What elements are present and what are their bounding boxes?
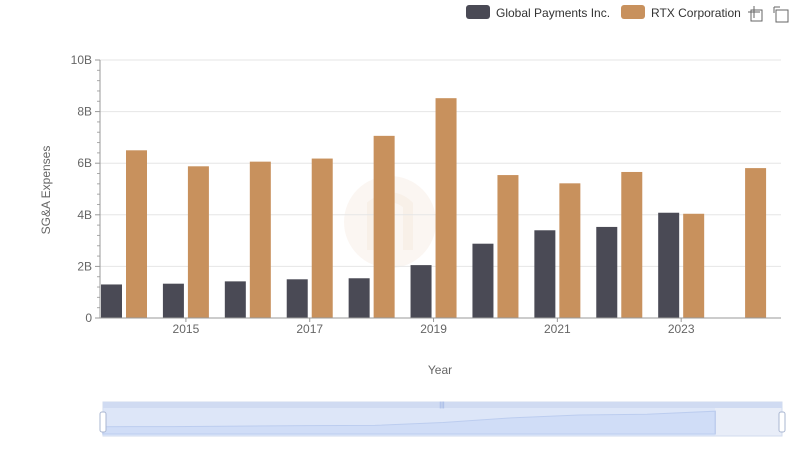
bar-rtx-2023[interactable]	[683, 213, 705, 318]
y-tick-label: 6B	[77, 156, 92, 170]
slider-right-handle[interactable]	[778, 411, 786, 433]
bar-global-payments-2023[interactable]	[658, 212, 680, 318]
bar-rtx-2015[interactable]	[187, 166, 209, 318]
y-tick-label: 2B	[77, 259, 92, 273]
bar-rtx-2024[interactable]	[745, 168, 767, 318]
y-tick-label: 4B	[77, 208, 92, 222]
bar-rtx-2022[interactable]	[621, 171, 643, 318]
bar-rtx-2014[interactable]	[126, 150, 147, 318]
bar-global-payments-2021[interactable]	[534, 230, 556, 318]
legend-swatch	[621, 5, 645, 19]
legend-label: Global Payments Inc.	[496, 6, 610, 20]
bar-global-payments-2016[interactable]	[224, 281, 246, 318]
slider-left-handle[interactable]	[99, 411, 107, 433]
zoom-reset-icon[interactable]	[773, 6, 789, 23]
chart: 0 2B 4B 6B 8B 10B 2015 2017 2019 2021 2023 SG&A Ex…	[39, 5, 789, 437]
y-axis-title: SG&A Expenses	[39, 146, 53, 235]
slider-selected-range[interactable]	[103, 408, 715, 436]
bar-global-payments-2022[interactable]	[596, 226, 618, 318]
bar-global-payments-2014[interactable]	[101, 284, 122, 318]
x-tick-label: 2021	[544, 322, 571, 336]
y-tick-label: 0	[85, 311, 92, 325]
bar-global-payments-2015[interactable]	[162, 283, 184, 318]
x-tick-label: 2017	[296, 322, 323, 336]
y-tick-label: 8B	[77, 105, 92, 119]
legend-item-rtx[interactable]: RTX Corporation	[621, 5, 741, 20]
y-tick-label: 10B	[71, 53, 92, 67]
legend-swatch	[466, 5, 490, 19]
x-tick-label: 2019	[420, 322, 447, 336]
bar-rtx-2017[interactable]	[311, 158, 333, 318]
legend-item-global-payments[interactable]: Global Payments Inc.	[466, 5, 610, 20]
bar-global-payments-2018[interactable]	[348, 278, 370, 318]
legend-label: RTX Corporation	[651, 6, 741, 20]
bar-global-payments-2017[interactable]	[286, 279, 308, 318]
bar-rtx-2019[interactable]	[435, 98, 457, 319]
bar-global-payments-2020[interactable]	[472, 243, 494, 318]
slider-grip-icon[interactable]: |||	[439, 402, 445, 409]
zoom-select-icon[interactable]	[748, 6, 763, 22]
x-tick-label: 2023	[668, 322, 695, 336]
bar-rtx-2018[interactable]	[373, 135, 395, 318]
x-tick-label: 2015	[173, 322, 200, 336]
x-axis-title: Year	[428, 363, 452, 377]
bar-rtx-2020[interactable]	[497, 175, 519, 318]
bar-global-payments-2019[interactable]	[410, 265, 432, 318]
bar-rtx-2021[interactable]	[559, 183, 581, 318]
bar-rtx-2016[interactable]	[249, 161, 271, 318]
zoom-slider[interactable]: |||	[99, 401, 786, 437]
toolbar	[748, 6, 789, 23]
legend[interactable]: Global Payments Inc. RTX Corporation	[466, 5, 741, 20]
